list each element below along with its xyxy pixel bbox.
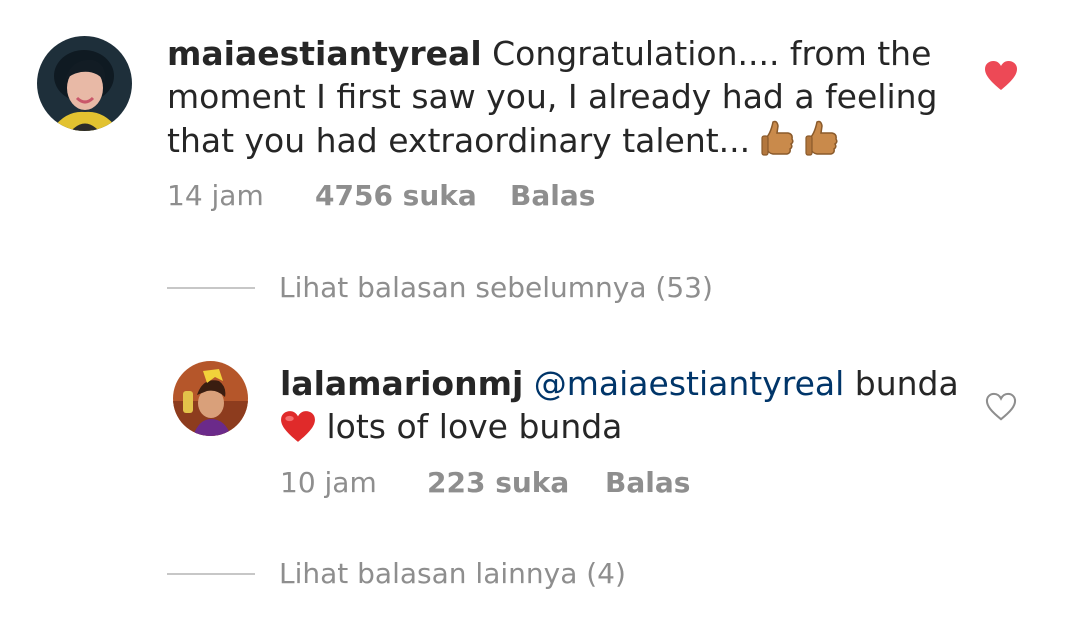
- comment-2-text-part-2: lots of love bunda: [326, 407, 623, 446]
- comment-2-username[interactable]: lalamarionmj: [280, 364, 523, 403]
- replies-divider-line: [167, 287, 255, 289]
- comment-2-meta: 10 jam 223 suka Balas: [280, 466, 780, 500]
- comment-2-reply-button[interactable]: Balas: [605, 466, 690, 500]
- comment-1-body: maiaestiantyreal Congratulation.... from…: [167, 32, 967, 168]
- avatar-maiaestiantyreal[interactable]: [37, 36, 132, 131]
- view-more-replies-label: Lihat balasan lainnya (4): [279, 557, 626, 590]
- comment-2-mention[interactable]: @maiaestiantyreal: [534, 364, 845, 403]
- comment-1-username[interactable]: maiaestiantyreal: [167, 34, 482, 73]
- comment-1-meta: 14 jam 4756 suka Balas: [167, 179, 667, 213]
- comment-2-likes[interactable]: 223 suka: [427, 466, 569, 500]
- avatar-lalamarionmj[interactable]: [173, 361, 248, 436]
- view-more-replies[interactable]: Lihat balasan lainnya (4): [167, 557, 667, 591]
- thumbs-up-icon: [761, 118, 795, 168]
- comment-2-time: 10 jam: [280, 466, 377, 499]
- comment-1-likes[interactable]: 4756 suka: [315, 179, 477, 213]
- view-previous-replies-label: Lihat balasan sebelumnya (53): [279, 271, 713, 304]
- view-previous-replies[interactable]: Lihat balasan sebelumnya (53): [167, 271, 727, 305]
- like-heart-icon-filled[interactable]: [984, 60, 1018, 92]
- comment-2-body: lalamarionmj @maiaestiantyreal bunda lot…: [280, 362, 960, 454]
- comment-2-text-part-1: bunda: [854, 364, 959, 403]
- red-heart-icon: [280, 410, 316, 454]
- like-heart-icon-outline[interactable]: [985, 392, 1017, 422]
- thumbs-up-icon: [805, 118, 839, 168]
- replies-divider-line: [167, 573, 255, 575]
- comment-1-reply-button[interactable]: Balas: [510, 179, 595, 213]
- comment-1-time: 14 jam: [167, 179, 264, 212]
